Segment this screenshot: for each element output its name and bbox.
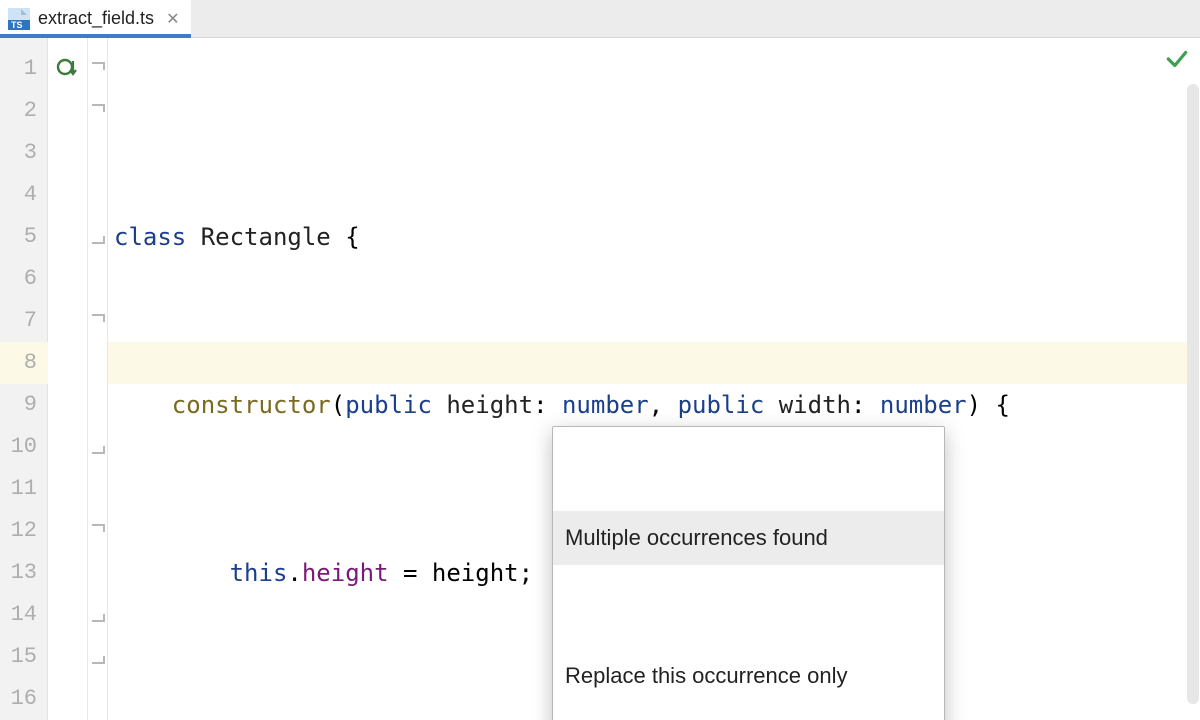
fold-close-icon[interactable]	[91, 440, 105, 454]
code-line[interactable]: class Rectangle {	[114, 216, 1200, 258]
tab-bar: TS extract_field.ts ✕	[0, 0, 1200, 38]
line-number[interactable]: 6	[0, 258, 47, 300]
line-number[interactable]: 7	[0, 300, 47, 342]
file-tab[interactable]: TS extract_field.ts ✕	[0, 0, 191, 37]
svg-text:TS: TS	[11, 20, 23, 30]
line-number[interactable]: 2	[0, 90, 47, 132]
fold-open-icon[interactable]	[91, 62, 105, 76]
line-number-gutter: 1 2 3 4 5 6 7 8 9 10 11 12 13 14 15 16	[0, 38, 48, 720]
vertical-scrollbar[interactable]	[1187, 84, 1199, 704]
editor: 1 2 3 4 5 6 7 8 9 10 11 12 13 14 15 16	[0, 38, 1200, 720]
fold-gutter	[88, 38, 108, 720]
current-line-highlight	[108, 342, 1190, 384]
line-number[interactable]: 11	[0, 468, 47, 510]
code-area[interactable]: class Rectangle { constructor(public hei…	[108, 38, 1200, 720]
fold-open-icon[interactable]	[91, 314, 105, 328]
line-number[interactable]: 3	[0, 132, 47, 174]
fold-open-icon[interactable]	[91, 524, 105, 538]
code-line[interactable]: constructor(public height: number, publi…	[114, 384, 1200, 426]
line-number[interactable]: 15	[0, 636, 47, 678]
typescript-file-icon: TS	[8, 8, 30, 30]
line-number[interactable]: 8	[0, 342, 47, 384]
popup-item-replace-one[interactable]: Replace this occurrence only	[553, 649, 944, 703]
line-number[interactable]: 9	[0, 384, 47, 426]
line-number[interactable]: 1	[0, 48, 47, 90]
annotation-gutter	[48, 38, 88, 720]
line-number[interactable]: 16	[0, 678, 47, 720]
fold-close-icon[interactable]	[91, 650, 105, 664]
close-tab-icon[interactable]: ✕	[166, 9, 179, 29]
occurrences-popup: Multiple occurrences found Replace this …	[552, 426, 945, 720]
line-number[interactable]: 14	[0, 594, 47, 636]
line-number[interactable]: 5	[0, 216, 47, 258]
line-number[interactable]: 4	[0, 174, 47, 216]
run-class-icon[interactable]	[56, 55, 80, 83]
popup-title: Multiple occurrences found	[553, 511, 944, 565]
line-number[interactable]: 12	[0, 510, 47, 552]
inspection-ok-icon[interactable]	[1164, 46, 1190, 76]
line-number[interactable]: 10	[0, 426, 47, 468]
tab-filename: extract_field.ts	[38, 8, 154, 29]
line-number[interactable]: 13	[0, 552, 47, 594]
fold-open-icon[interactable]	[91, 104, 105, 118]
fold-close-icon[interactable]	[91, 608, 105, 622]
fold-close-icon[interactable]	[91, 230, 105, 244]
